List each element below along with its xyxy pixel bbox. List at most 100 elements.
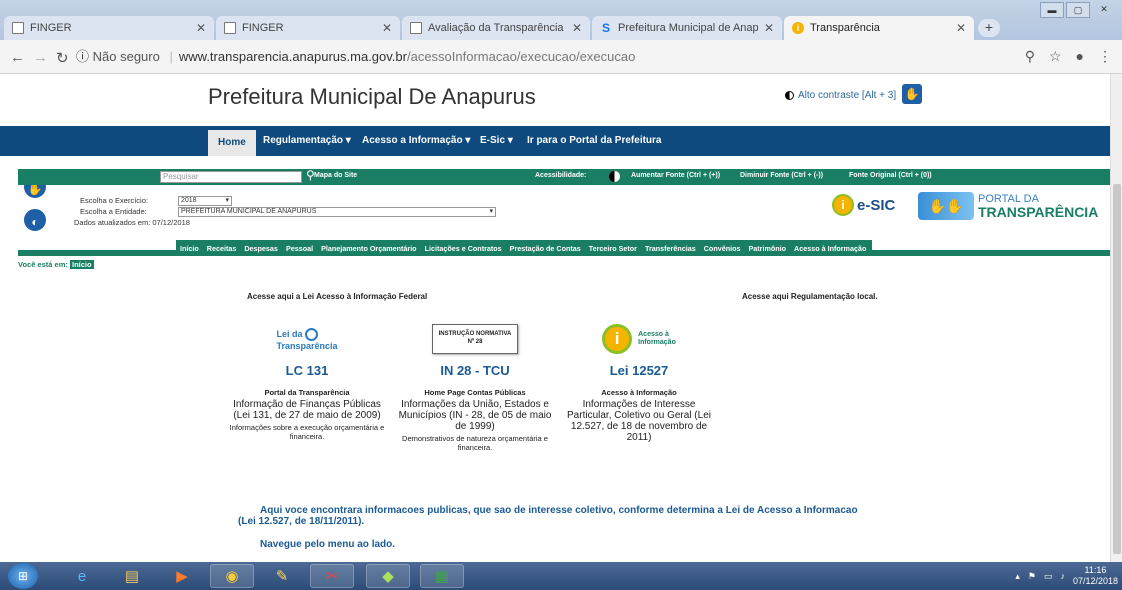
network-icon[interactable]: ▭ [1044, 571, 1053, 582]
minimize-button[interactable]: ▬ [1040, 2, 1064, 18]
maximize-button[interactable]: ▢ [1066, 2, 1090, 18]
site-title: Prefeitura Municipal De Anapurus [208, 84, 536, 109]
close-icon[interactable]: ✕ [572, 21, 582, 35]
federal-law-heading: Acesse aqui a Lei Acesso à Informação Fe… [247, 292, 428, 301]
new-tab-button[interactable]: + [978, 19, 1000, 37]
browser-tab-active[interactable]: i Transparência ✕ [784, 16, 974, 40]
chart-app-icon[interactable]: ◆ [366, 564, 410, 588]
chevron-down-icon: ▾ [225, 196, 229, 204]
close-icon[interactable]: ✕ [382, 21, 392, 35]
instrucao-normativa-logo: INSTRUÇÃO NORMATIVA Nº 28 [394, 319, 556, 359]
sub-nav: Início Receitas Despesas Pessoal Planeja… [176, 240, 873, 256]
info-circle-icon[interactable]: ⓘ [76, 49, 89, 64]
nav-portal-prefeitura[interactable]: Ir para o Portal da Prefeitura [527, 126, 662, 156]
increase-font-link[interactable]: Aumentar Fonte (Ctrl + (+)) [631, 172, 720, 179]
star-icon[interactable]: ☆ [1049, 48, 1062, 65]
high-contrast-link[interactable]: Alto contraste [Alt + 3] [785, 90, 896, 101]
excel-icon[interactable]: ▦ [420, 564, 464, 588]
nav-home[interactable]: Home [208, 130, 256, 156]
browser-tab[interactable]: Avaliação da Transparência do ✕ [402, 16, 590, 40]
chrome-icon[interactable]: ◉ [210, 564, 254, 588]
nav-acesso-informacao[interactable]: Acesso a Informação ▾ [362, 126, 470, 156]
snipping-tool-icon[interactable]: ✂ [310, 564, 354, 588]
subnav-acesso-informacao[interactable]: Acesso à Informação [794, 244, 866, 253]
card-lc131[interactable]: Lei da Transparência LC 131 Portal da Tr… [226, 319, 388, 441]
accessibility-label: Acessibilidade: [535, 172, 587, 179]
close-icon[interactable]: ✕ [196, 21, 206, 35]
local-regulation-heading[interactable]: Acesse aqui Regulamentação local. [742, 292, 878, 301]
portal-transparencia-logo[interactable]: ✋✋ PORTAL DA TRANSPARÊNCIA [918, 192, 1098, 220]
breadcrumb-inicio[interactable]: Início [69, 260, 94, 269]
subnav-convenios[interactable]: Convênios [704, 244, 741, 253]
nav-esic[interactable]: E-Sic ▾ [480, 126, 513, 156]
subnav-despesas[interactable]: Despesas [244, 244, 278, 253]
ie-icon[interactable]: e [60, 564, 104, 588]
contrast-circle-button[interactable]: ◐ [22, 207, 48, 233]
browser-tabstrip: FINGER ✕ FINGER ✕ Avaliação da Transparê… [0, 0, 1122, 40]
menu-icon[interactable]: ⋮ [1098, 48, 1112, 65]
sign-language-icon[interactable]: ✋ [902, 84, 922, 104]
system-tray: ▴ ⚑ ▭ ♪ 11:16 07/12/2018 [1015, 562, 1118, 590]
reload-icon[interactable]: ↻ [56, 49, 69, 67]
info-icon: i [832, 194, 854, 216]
subnav-licitacoes[interactable]: Licitações e Contratos [425, 244, 502, 253]
search-input[interactable]: Pesquisar [160, 171, 302, 183]
hands-icon: ✋✋ [918, 192, 974, 220]
subnav-pessoal[interactable]: Pessoal [286, 244, 313, 253]
lei-transparencia-logo: Lei da Transparência [276, 327, 338, 351]
info-icon: i [602, 324, 633, 354]
document-icon [224, 22, 236, 34]
scrollbar-thumb[interactable] [1113, 184, 1121, 554]
nav-regulamentacao[interactable]: Regulamentação ▾ [263, 126, 351, 156]
info-icon: i [792, 22, 804, 34]
page-viewport: Prefeitura Municipal De Anapurus Alto co… [0, 74, 1110, 562]
close-icon[interactable]: ✕ [956, 21, 966, 35]
profile-icon[interactable]: ● [1076, 48, 1084, 65]
clock[interactable]: 11:16 07/12/2018 [1073, 565, 1118, 587]
esic-logo[interactable]: i e-SIC [832, 194, 895, 216]
original-font-link[interactable]: Fonte Original (Ctrl + (0)) [849, 172, 932, 179]
decrease-font-link[interactable]: Diminuir Fonte (Ctrl + (-)) [740, 172, 823, 179]
card-in28[interactable]: INSTRUÇÃO NORMATIVA Nº 28 IN 28 - TCU Ho… [394, 319, 556, 452]
document-icon [12, 22, 24, 34]
start-button[interactable]: ⊞ [8, 563, 38, 589]
back-arrow-icon[interactable]: ← [10, 49, 25, 66]
document-icon [410, 22, 422, 34]
flag-icon[interactable]: ⚑ [1028, 571, 1036, 582]
chevron-down-icon: ▾ [489, 207, 493, 215]
close-icon[interactable]: ✕ [764, 21, 774, 35]
entity-select[interactable]: PREFEITURA MUNICIPAL DE ANAPURUS ▾ [178, 206, 496, 217]
subnav-receitas[interactable]: Receitas [207, 244, 237, 253]
subnav-patrimonio[interactable]: Patrimônio [748, 244, 786, 253]
portal-toolbar: Pesquisar ⚲ Mapa do Site Acessibilidade:… [18, 168, 1110, 185]
close-window-button[interactable]: ✕ [1092, 2, 1116, 18]
contrast-icon[interactable] [609, 171, 620, 182]
filters-panel: Escolha o Exercício: 2018 ▾ Escolha a Ent… [74, 195, 496, 228]
subnav-prestacao[interactable]: Prestação de Contas [510, 244, 581, 253]
year-select[interactable]: 2018 ▾ [178, 195, 232, 206]
subnav-inicio[interactable]: Início [180, 244, 199, 253]
browser-tab[interactable]: S Prefeitura Municipal de Anapu ✕ [592, 16, 782, 40]
subnav-transferencias[interactable]: Transferências [645, 244, 696, 253]
page-scrollbar[interactable] [1110, 74, 1122, 562]
forward-arrow-icon[interactable]: → [33, 49, 48, 66]
magnifier-icon [305, 327, 319, 341]
volume-icon[interactable]: ♪ [1060, 571, 1065, 581]
last-updated: Dados atualizados em: 07/12/2018 [74, 218, 190, 227]
card-lei12527[interactable]: i Acesso à Informação Lei 12527 Acesso à … [564, 319, 714, 443]
navigation-hint: Navegue pelo menu ao lado. [260, 539, 396, 550]
window-controls: ▬ ▢ ✕ [1038, 2, 1116, 18]
os-taskbar: ⊞ e ▤ ▶ ◉ ✎ ✂ ◆ ▦ ▴ ⚑ ▭ ♪ 11:16 07/12/20… [0, 562, 1122, 590]
folder-icon[interactable]: ▤ [110, 564, 154, 588]
zoom-icon[interactable]: ⚲ [1025, 48, 1035, 65]
subnav-planejamento[interactable]: Planejamento Orçamentário [321, 244, 416, 253]
subnav-terceiro-setor[interactable]: Terceiro Setor [589, 244, 637, 253]
paint-icon[interactable]: ✎ [260, 564, 304, 588]
media-player-icon[interactable]: ▶ [160, 564, 204, 588]
breadcrumb: Você está em: Início [18, 260, 94, 269]
address-bar[interactable]: ⓘ Não seguro | www.transparencia.anapurus… [76, 46, 1056, 68]
browser-tab[interactable]: FINGER ✕ [216, 16, 400, 40]
chevron-up-icon[interactable]: ▴ [1015, 571, 1020, 582]
browser-tab[interactable]: FINGER ✕ [4, 16, 214, 40]
site-map-link[interactable]: Mapa do Site [314, 172, 357, 179]
